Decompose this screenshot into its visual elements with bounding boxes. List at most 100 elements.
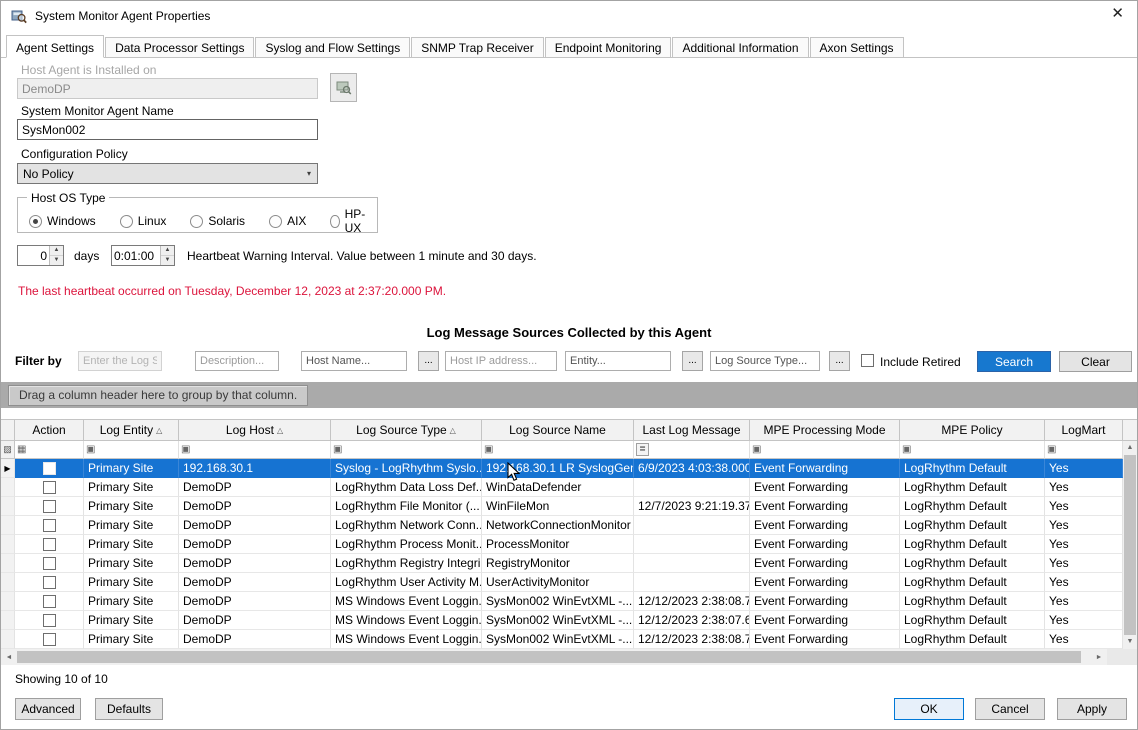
agent-name-field[interactable] (17, 119, 318, 140)
equals-filter-icon[interactable]: = (636, 443, 649, 456)
filter-cell-log-source-type[interactable]: ▣ (331, 441, 482, 459)
column-header-label: Log Source Type (356, 423, 447, 437)
grid-row[interactable]: Primary SiteDemoDPMS Windows Event Loggi… (1, 592, 1123, 611)
tab-endpoint-monitoring[interactable]: Endpoint Monitoring (545, 37, 672, 57)
row-checkbox[interactable] (43, 519, 56, 532)
filter-cell-log-entity[interactable]: ▣ (84, 441, 179, 459)
filter-cell-action[interactable]: ▦ (15, 441, 84, 459)
vertical-scrollbar-thumb[interactable] (1124, 455, 1136, 635)
os-radio-aix[interactable]: AIX (269, 214, 306, 228)
spin-down-icon[interactable]: ▼ (50, 256, 63, 265)
filter-cell-mpe-processing-mode[interactable]: ▣ (750, 441, 900, 459)
row-checkbox[interactable] (43, 595, 56, 608)
row-checkbox[interactable] (43, 538, 56, 551)
grid-row[interactable]: Primary SiteDemoDPLogRhythm User Activit… (1, 573, 1123, 592)
row-checkbox[interactable] (43, 633, 56, 646)
host-name-browse-button[interactable]: ... (418, 351, 439, 371)
filter-condition-icon[interactable]: ▣ (902, 445, 911, 455)
grid-row[interactable]: Primary SiteDemoDPLogRhythm Registry Int… (1, 554, 1123, 573)
column-header-logmart[interactable]: LogMart (1045, 419, 1123, 441)
cell-host: DemoDP (179, 592, 331, 611)
grid-row[interactable]: Primary SiteDemoDPMS Windows Event Loggi… (1, 630, 1123, 649)
filter-condition-icon[interactable]: ▣ (484, 445, 493, 455)
search-button[interactable]: Search (977, 351, 1051, 372)
grid-row[interactable]: ▶Primary Site192.168.30.1Syslog - LogRhy… (1, 459, 1123, 478)
tab-data-processor-settings[interactable]: Data Processor Settings (105, 37, 254, 57)
host-agent-search-button[interactable] (330, 73, 357, 102)
log-source-type-filter-input[interactable] (710, 351, 820, 371)
os-radio-solaris[interactable]: Solaris (190, 214, 245, 228)
scroll-left-icon[interactable]: ◄ (1, 654, 17, 661)
tab-snmp-trap-receiver[interactable]: SNMP Trap Receiver (411, 37, 543, 57)
row-checkbox[interactable] (43, 614, 56, 627)
defaults-button[interactable]: Defaults (95, 698, 163, 720)
tab-additional-information[interactable]: Additional Information (672, 37, 808, 57)
grid-row[interactable]: Primary SiteDemoDPLogRhythm Network Conn… (1, 516, 1123, 535)
log-source-filter-input[interactable] (78, 351, 162, 371)
scroll-up-icon[interactable]: ▲ (1123, 441, 1137, 455)
horizontal-scrollbar[interactable]: ◄ ► (1, 649, 1137, 665)
grid-row[interactable]: Primary SiteDemoDPMS Windows Event Loggi… (1, 611, 1123, 630)
config-policy-dropdown[interactable]: No Policy ▾ (17, 163, 318, 184)
cancel-button[interactable]: Cancel (975, 698, 1045, 720)
host-ip-filter-input[interactable] (445, 351, 557, 371)
scroll-right-icon[interactable]: ► (1091, 654, 1107, 661)
scroll-down-icon[interactable]: ▼ (1123, 635, 1137, 649)
spin-down-icon[interactable]: ▼ (161, 256, 174, 265)
grid-row[interactable]: Primary SiteDemoDPLogRhythm Process Moni… (1, 535, 1123, 554)
group-by-bar[interactable]: Drag a column header here to group by th… (1, 382, 1137, 408)
filter-cell-log-host[interactable]: ▣ (179, 441, 331, 459)
checkbox-filter-icon[interactable]: ▦ (17, 445, 26, 455)
grid-row[interactable]: Primary SiteDemoDPLogRhythm File Monitor… (1, 497, 1123, 516)
row-checkbox[interactable] (43, 500, 56, 513)
filter-condition-icon[interactable]: ▣ (752, 445, 761, 455)
filter-cell-logmart[interactable]: ▣ (1045, 441, 1123, 459)
filter-cell-log-source-name[interactable]: ▣ (482, 441, 634, 459)
spin-up-icon[interactable]: ▲ (161, 246, 174, 256)
tab-axon-settings[interactable]: Axon Settings (810, 37, 904, 57)
close-button[interactable]: ✕ (1111, 6, 1124, 21)
heartbeat-days-spinner[interactable]: 0 ▲▼ (17, 245, 64, 266)
heartbeat-interval-spinner[interactable]: 0:01:00 ▲▼ (111, 245, 175, 266)
column-header-log-host[interactable]: Log Host△ (179, 419, 331, 441)
column-header-last-log-message[interactable]: Last Log Message (634, 419, 750, 441)
clear-button[interactable]: Clear (1059, 351, 1132, 372)
apply-button[interactable]: Apply (1057, 698, 1127, 720)
column-header-mpe-policy[interactable]: MPE Policy (900, 419, 1045, 441)
filter-cell-last-log-message[interactable]: = (634, 441, 750, 459)
advanced-button[interactable]: Advanced (15, 698, 81, 720)
log-source-type-browse-button[interactable]: ... (829, 351, 850, 371)
horizontal-scrollbar-thumb[interactable] (17, 651, 1081, 663)
entity-filter-input[interactable] (565, 351, 671, 371)
tab-agent-settings[interactable]: Agent Settings (6, 35, 104, 58)
host-name-filter-input[interactable] (301, 351, 407, 371)
column-header-action[interactable]: Action (15, 419, 84, 441)
spin-up-icon[interactable]: ▲ (50, 246, 63, 256)
os-radio-hp-ux[interactable]: HP-UX (330, 207, 369, 235)
ok-button[interactable]: OK (894, 698, 964, 720)
os-radio-windows[interactable]: Windows (29, 214, 96, 228)
cell-logmart: Yes (1045, 573, 1123, 592)
include-retired-checkbox[interactable] (861, 354, 874, 367)
row-checkbox[interactable] (43, 481, 56, 494)
tab-syslog-and-flow-settings[interactable]: Syslog and Flow Settings (255, 37, 410, 57)
column-header-log-source-name[interactable]: Log Source Name (482, 419, 634, 441)
os-radio-linux[interactable]: Linux (120, 214, 167, 228)
row-checkbox[interactable] (43, 462, 56, 475)
column-header-log-source-type[interactable]: Log Source Type△ (331, 419, 482, 441)
filter-condition-icon[interactable]: ▣ (1047, 445, 1056, 455)
entity-browse-button[interactable]: ... (682, 351, 703, 371)
title-bar: System Monitor Agent Properties ✕ (1, 1, 1137, 31)
description-filter-input[interactable] (195, 351, 279, 371)
column-header-mpe-processing-mode[interactable]: MPE Processing Mode (750, 419, 900, 441)
filter-condition-icon[interactable]: ▣ (333, 445, 342, 455)
grid-row[interactable]: Primary SiteDemoDPLogRhythm Data Loss De… (1, 478, 1123, 497)
column-header-log-entity[interactable]: Log Entity△ (84, 419, 179, 441)
row-checkbox[interactable] (43, 557, 56, 570)
filter-condition-icon[interactable]: ▣ (181, 445, 190, 455)
filter-condition-icon[interactable]: ▣ (86, 445, 95, 455)
filter-cell-mpe-policy[interactable]: ▣ (900, 441, 1045, 459)
vertical-scrollbar[interactable]: ▲ ▼ (1123, 441, 1137, 649)
row-checkbox[interactable] (43, 576, 56, 589)
cell-host: DemoDP (179, 630, 331, 649)
